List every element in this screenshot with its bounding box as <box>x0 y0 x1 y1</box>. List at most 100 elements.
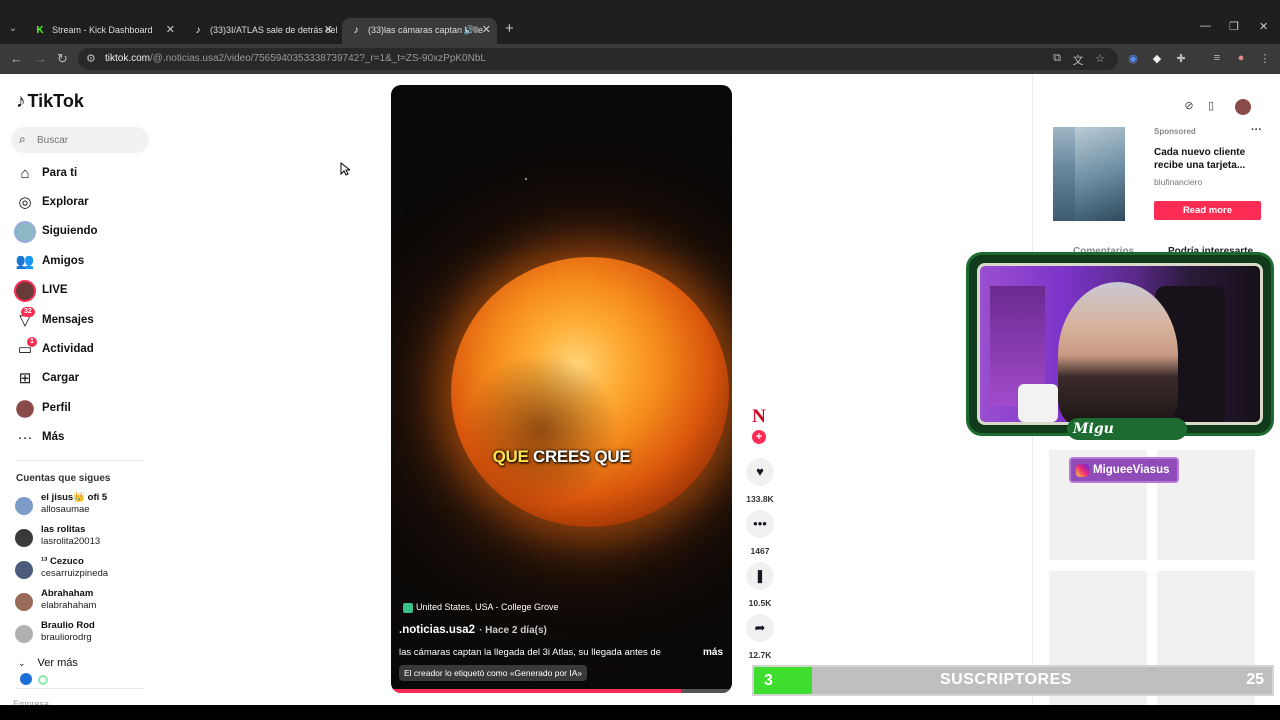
following-account[interactable]: el jisus👑 ofi 5 allosaumae <box>15 492 155 520</box>
close-icon[interactable]: ✕ <box>324 18 333 42</box>
close-icon[interactable]: ✕ <box>482 18 491 42</box>
extensions-puzzle-icon[interactable]: ✚ <box>1174 52 1188 65</box>
more-link[interactable]: más <box>703 647 723 658</box>
sidebar-item-actividad[interactable]: ▭ 1 Actividad <box>14 337 154 363</box>
tiktok-logo[interactable]: ♪ TikTok <box>16 91 84 113</box>
upload-icon: ⊞ <box>18 370 32 387</box>
device-icon[interactable]: ▯ <box>1203 99 1219 115</box>
ad-title[interactable]: Cada nuevo cliente recibe una tarjeta... <box>1154 146 1264 172</box>
comment-icon[interactable]: ••• <box>746 510 774 538</box>
video-progress-bar[interactable] <box>391 689 732 693</box>
read-more-button[interactable]: Read more <box>1154 201 1261 220</box>
extension-blue-icon[interactable]: ◉ <box>1126 52 1140 65</box>
account-handle: allosaumae <box>41 504 90 515</box>
sidebar-item-mas[interactable]: ··· Más <box>14 427 154 451</box>
minimize-icon[interactable]: — <box>1200 20 1211 32</box>
compass-small-icon[interactable]: ⊘ <box>1181 99 1197 115</box>
webcam-feed <box>977 263 1263 425</box>
sidebar-item-label: LIVE <box>42 284 68 296</box>
media-control-icon[interactable]: ≡ <box>1210 52 1224 64</box>
author-name[interactable]: .noticias.usa2 <box>399 624 475 636</box>
translate-icon[interactable]: 文 <box>1071 52 1085 68</box>
ad-image-detail <box>1075 127 1125 221</box>
ai-generated-label: El creador lo etiquetó como «Generado po… <box>399 665 588 681</box>
save-action[interactable]: ❚ 10.5K <box>744 562 776 608</box>
sponsored-label: Sponsored <box>1154 127 1196 136</box>
speaker-icon[interactable]: 🔊 <box>464 18 475 42</box>
ad-image[interactable] <box>1053 127 1125 221</box>
sidebar-item-cargar[interactable]: ⊞ Cargar <box>14 368 154 392</box>
sidebar-item-mensajes[interactable]: ▽ 32 Mensajes <box>14 307 154 334</box>
bookmark-star-icon[interactable]: ☆ <box>1093 52 1107 65</box>
following-account[interactable]: Braulio Rod brauliorodrg <box>15 620 155 648</box>
install-icon[interactable]: ⧉ <box>1050 52 1064 65</box>
tab-current-video[interactable]: ♪ (33)las cámaras captan la lle 🔊 ✕ <box>342 18 497 44</box>
instagram-icon <box>1076 464 1089 477</box>
video-author[interactable]: .noticias.usa2 · Hace 2 día(s) <box>399 624 547 636</box>
like-action[interactable]: ♥ 133.8K <box>744 458 776 504</box>
tab-kick-dashboard[interactable]: K Stream - Kick Dashboard ✕ <box>26 18 181 44</box>
sidebar-item-para-ti[interactable]: ⌂ Para ti <box>14 163 154 187</box>
subs-current: 3 <box>754 667 812 694</box>
sidebar-item-explorar[interactable]: ◎ Explorar <box>14 192 154 216</box>
window-close-icon[interactable]: ✕ <box>1259 20 1268 33</box>
sidebar-item-amigos[interactable]: 👥 Amigos <box>14 251 154 275</box>
subs-goal: 25 <box>1246 671 1264 688</box>
heart-icon[interactable]: ♥ <box>746 458 774 486</box>
subs-label: SUSCRIPTORES <box>940 671 1072 688</box>
extension-diamond-icon[interactable]: ◆ <box>1150 52 1164 65</box>
menu-kebab-icon[interactable]: ⋮ <box>1258 52 1272 65</box>
tab-atlas-video[interactable]: ♪ (33)3I/ATLAS sale de detrás del ✕ <box>184 18 339 44</box>
following-account[interactable]: ¹³ Cezuco cesarruizpineda <box>15 556 155 584</box>
browser-tab-strip: ⌄ K Stream - Kick Dashboard ✕ ♪ (33)3I/ATL… <box>0 0 1280 44</box>
back-icon[interactable]: ← <box>10 51 23 66</box>
tab-search-icon[interactable]: ⌄ <box>5 21 21 37</box>
avatar <box>15 497 33 515</box>
share-action[interactable]: ➦ 12.7K <box>744 614 776 660</box>
like-count: 133.8K <box>746 494 774 504</box>
see-more-button[interactable]: ⌄ Ver más <box>18 657 78 669</box>
compass-icon: ◎ <box>18 194 32 211</box>
following-avatar-icon <box>14 221 36 243</box>
share-icon[interactable]: ➦ <box>746 614 774 642</box>
site-info-icon[interactable]: ⚙ <box>86 52 96 65</box>
follow-plus-button[interactable]: + <box>752 430 766 444</box>
following-account[interactable]: Abrahaham elabrahaham <box>15 588 155 616</box>
creator-avatar[interactable]: N <box>748 406 770 428</box>
ad-menu-icon[interactable]: ··· <box>1251 124 1262 136</box>
close-icon[interactable]: ✕ <box>166 18 175 42</box>
streamer-name: Migu <box>1067 418 1187 440</box>
comment-action[interactable]: ••• 1467 <box>744 510 776 556</box>
following-section-title: Cuentas que sigues <box>16 473 111 484</box>
account-name: Braulio Rod <box>41 620 95 631</box>
kick-icon: K <box>36 24 44 36</box>
chevron-down-icon: ⌄ <box>18 658 26 668</box>
search-box[interactable]: ⌕ <box>11 127 149 153</box>
video-location[interactable]: United States, USA - College Grove <box>403 602 559 613</box>
reload-icon[interactable]: ↻ <box>57 51 68 67</box>
caption-text: CREES QUE <box>532 447 631 466</box>
live-icon <box>14 280 36 302</box>
sun-shadow <box>461 355 621 505</box>
bookmark-icon[interactable]: ❚ <box>746 562 774 590</box>
new-tab-button[interactable]: + <box>505 20 514 37</box>
url-text: tiktok.com/@.noticias.usa2/video/7565940… <box>105 53 486 64</box>
messages-badge: 32 <box>21 307 35 317</box>
search-input[interactable] <box>37 131 141 149</box>
video-player[interactable]: QUE CREES QUE United States, USA - Colle… <box>391 85 732 693</box>
maximize-icon[interactable]: ❐ <box>1229 20 1239 33</box>
address-bar[interactable]: ⚙ tiktok.com/@.noticias.usa2/video/75659… <box>78 48 1118 70</box>
sidebar-item-label: Actividad <box>42 343 94 355</box>
video-caption: QUE CREES QUE <box>391 447 732 467</box>
following-account[interactable]: las rolitas lasrolita20013 <box>15 524 155 552</box>
profile-icon[interactable]: ● <box>1234 52 1248 64</box>
avatar <box>15 561 33 579</box>
forward-icon[interactable]: → <box>34 51 47 66</box>
account-name: Abrahaham <box>41 588 94 599</box>
tab-title: Stream - Kick Dashboard <box>52 25 153 35</box>
logo-text: TikTok <box>27 91 84 111</box>
sidebar-item-live[interactable]: LIVE <box>14 280 154 304</box>
user-avatar[interactable] <box>1235 99 1251 115</box>
sidebar-item-siguiendo[interactable]: Siguiendo <box>14 221 154 245</box>
sidebar-item-perfil[interactable]: Perfil <box>14 398 154 422</box>
